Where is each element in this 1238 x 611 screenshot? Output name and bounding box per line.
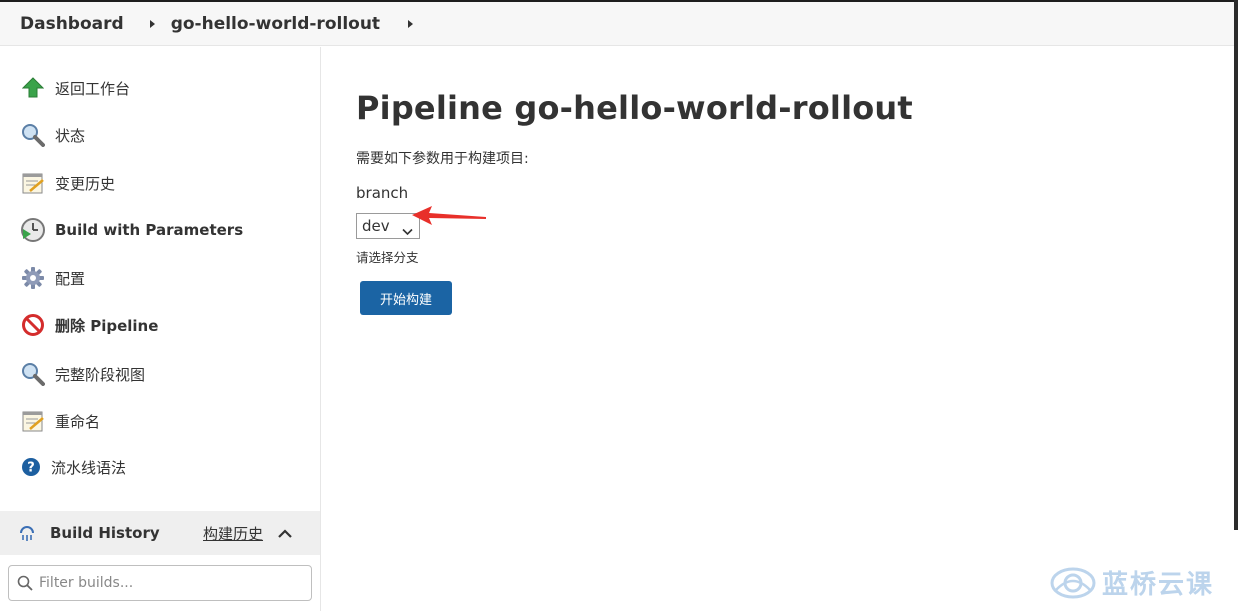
sidebar-item-status[interactable]: 状态 — [20, 119, 85, 151]
sidebar-item-back-to-dashboard[interactable]: 返回工作台 — [20, 72, 130, 104]
build-history-icon — [18, 524, 36, 542]
build-button[interactable]: 开始构建 — [360, 281, 452, 315]
filter-builds-box — [8, 565, 312, 601]
annotation-arrow-icon — [410, 203, 490, 233]
breadcrumb-separator-icon[interactable] — [408, 19, 414, 28]
sidebar-item-changes[interactable]: 变更历史 — [20, 167, 115, 199]
window-right-edge — [1234, 0, 1238, 530]
sidebar-item-build-with-parameters[interactable]: Build with Parameters — [20, 214, 243, 246]
sidebar-item-full-stage-view[interactable]: 完整阶段视图 — [20, 358, 145, 390]
parameter-name-branch: branch — [356, 184, 409, 202]
magnifier-icon — [20, 122, 46, 148]
main-panel: Pipeline go-hello-world-rollout 需要如下参数用于… — [322, 47, 1234, 611]
watermark-logo: 蓝桥云课 — [1050, 564, 1214, 601]
up-arrow-icon — [20, 75, 46, 101]
sidebar-item-rename[interactable]: 重命名 — [20, 405, 100, 437]
page-title: Pipeline go-hello-world-rollout — [356, 89, 913, 127]
build-history-header: Build History 构建历史 — [0, 511, 320, 555]
sidebar-item-label: 删除 Pipeline — [55, 316, 159, 335]
branch-select-value: dev — [362, 217, 390, 235]
notepad-icon — [20, 170, 46, 196]
sidebar-item-configure[interactable]: 配置 — [20, 262, 85, 294]
svg-text:?: ? — [27, 461, 35, 476]
build-history-title: Build History — [50, 524, 160, 542]
breadcrumb: Dashboard go-hello-world-rollout — [0, 2, 1234, 46]
sidebar-item-label: 变更历史 — [55, 174, 116, 193]
clock-play-icon — [20, 217, 46, 243]
cloud-logo-icon — [1050, 566, 1096, 600]
parameter-description: 请选择分支 — [356, 250, 419, 265]
notepad-icon — [20, 408, 46, 434]
build-history-trend-link[interactable]: 构建历史 — [203, 523, 263, 544]
magnifier-icon — [20, 361, 46, 387]
sidebar-item-label: 配置 — [55, 269, 86, 288]
sidebar: 返回工作台 状态 变更历史 Build with Parameters 配置 删… — [0, 47, 321, 611]
filter-builds-input[interactable] — [39, 575, 299, 591]
sidebar-item-label: 流水线语法 — [51, 458, 127, 477]
help-icon: ? — [20, 454, 42, 480]
parameters-intro-text: 需要如下参数用于构建项目: — [356, 151, 529, 167]
sidebar-item-label: 重命名 — [55, 412, 101, 431]
no-entry-icon — [20, 312, 46, 338]
sidebar-item-delete-pipeline[interactable]: 删除 Pipeline — [20, 309, 158, 341]
breadcrumb-job[interactable]: go-hello-world-rollout — [171, 14, 380, 34]
breadcrumb-dashboard[interactable]: Dashboard — [20, 14, 124, 34]
sidebar-item-label: 完整阶段视图 — [55, 365, 146, 384]
watermark-text: 蓝桥云课 — [1102, 570, 1215, 600]
search-icon — [17, 575, 33, 591]
sidebar-item-label: Build with Parameters — [55, 221, 244, 239]
sidebar-item-label: 返回工作台 — [55, 79, 131, 98]
sidebar-item-pipeline-syntax[interactable]: ? 流水线语法 — [20, 451, 126, 483]
breadcrumb-separator-icon[interactable] — [149, 19, 155, 28]
gear-icon — [20, 265, 46, 291]
chevron-up-icon[interactable] — [278, 525, 292, 543]
sidebar-item-label: 状态 — [55, 126, 86, 145]
